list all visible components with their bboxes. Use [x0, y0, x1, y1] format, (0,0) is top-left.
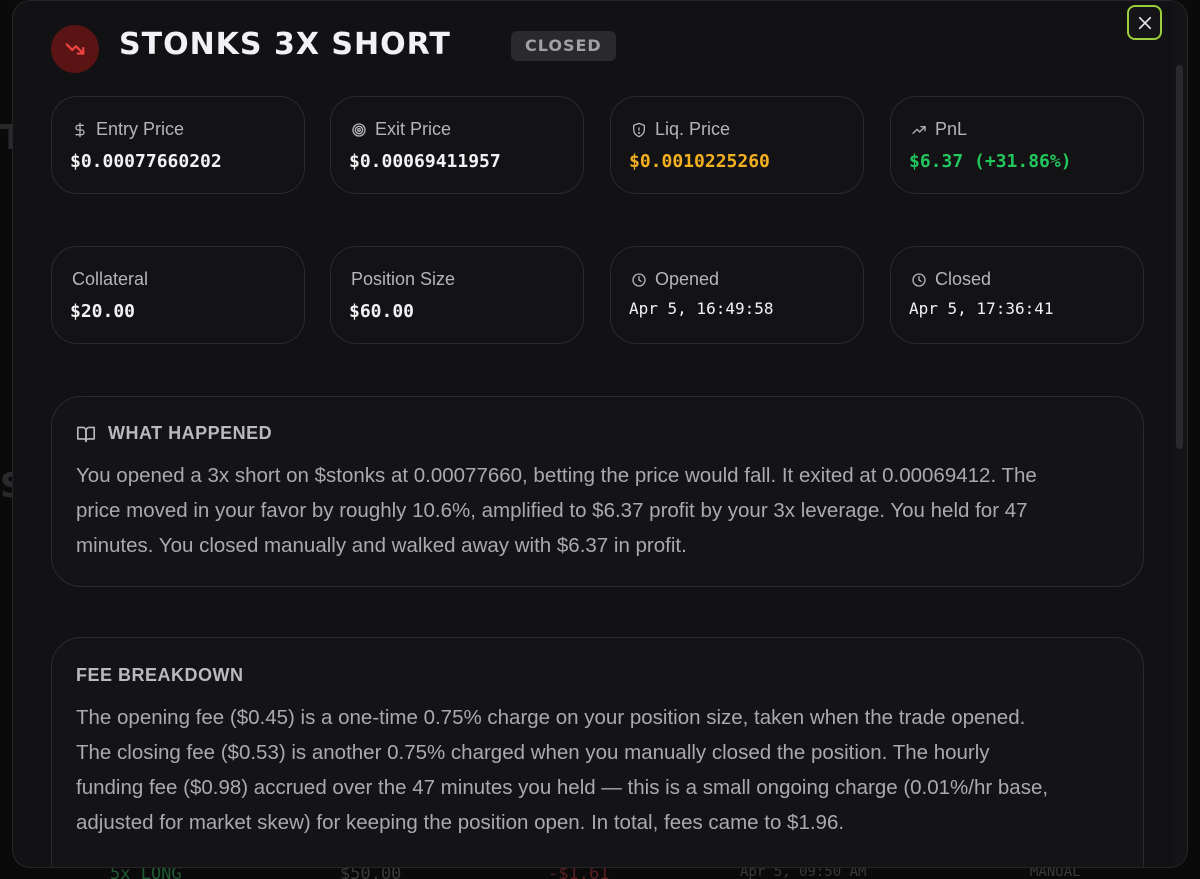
stat-label: PnL: [935, 119, 968, 139]
stat-label: Liq. Price: [655, 119, 731, 139]
clock-icon: [912, 272, 926, 287]
status-badge: CLOSED: [511, 31, 616, 61]
stat-card-exit-price: Exit Price $0.00069411957: [330, 96, 584, 194]
book-open-icon: [77, 426, 95, 442]
text-line: The opening fee ($0.45) is a one-time 0.…: [76, 706, 1026, 729]
text-line: minutes. You closed manually and walked …: [76, 534, 687, 557]
text-line: The closing fee ($0.53) is another 0.75%…: [76, 741, 990, 764]
scrollbar-thumb[interactable]: [1176, 65, 1183, 449]
stat-card-opened: Opened Apr 5, 16:49:58: [610, 246, 864, 344]
scrollbar[interactable]: [1173, 1, 1187, 867]
text-line: You opened a 3x short on $stonks at 0.00…: [76, 464, 1037, 487]
text-line: funding fee ($0.98) accrued over the 47 …: [76, 776, 1049, 799]
stat-card-liq-price: Liq. Price $0.0010225260: [610, 96, 864, 194]
stat-value: Apr 5, 16:49:58: [629, 299, 774, 318]
what-happened-text: You opened a 3x short on $stonks at 0.00…: [76, 458, 1126, 563]
stat-card-position-size: Position Size $60.00: [330, 246, 584, 344]
stat-value: $6.37 (+31.86%): [909, 151, 1072, 172]
stat-value: $0.00069411957: [349, 151, 501, 172]
fee-breakdown-text: The opening fee ($0.45) is a one-time 0.…: [76, 700, 1126, 840]
stat-label: Closed: [935, 269, 992, 289]
target-icon: [352, 122, 366, 137]
trade-detail-modal: STONKS 3X SHORT CLOSED Entry Price $0.00…: [12, 0, 1188, 868]
stat-value: $60.00: [349, 301, 415, 322]
stat-card-pnl: PnL $6.37 (+31.86%): [890, 96, 1144, 194]
close-button[interactable]: [1127, 5, 1162, 40]
stat-label: Position Size: [351, 269, 456, 289]
trending-down-icon: [51, 25, 99, 73]
stat-value: $0.0010225260: [629, 151, 770, 172]
stat-value: $20.00: [70, 301, 136, 322]
text-line: price moved in your favor by roughly 10.…: [76, 499, 1028, 522]
dollar-icon: [75, 122, 85, 137]
stat-value: Apr 5, 17:36:41: [909, 299, 1054, 318]
close-icon: [1138, 16, 1151, 29]
fee-breakdown-panel: FEE BREAKDOWN The opening fee ($0.45) is…: [51, 637, 1144, 867]
section-heading: WHAT HAPPENED: [108, 423, 273, 443]
modal-title: STONKS 3X SHORT: [119, 27, 451, 62]
stat-label: Opened: [655, 269, 720, 289]
what-happened-panel: WHAT HAPPENED You opened a 3x short on $…: [51, 396, 1144, 587]
stat-label: Exit Price: [375, 119, 452, 139]
stat-label: Collateral: [72, 269, 149, 289]
clock-icon: [632, 272, 646, 287]
stat-label: Entry Price: [96, 119, 185, 139]
stat-card-entry-price: Entry Price $0.00077660202: [51, 96, 305, 194]
stat-value: $0.00077660202: [70, 151, 222, 172]
trending-up-icon: [912, 125, 926, 134]
stat-card-collateral: Collateral $20.00: [51, 246, 305, 344]
stat-card-closed: Closed Apr 5, 17:36:41: [890, 246, 1144, 344]
text-line: adjusted for market skew) for keeping th…: [76, 811, 845, 834]
shield-icon: [633, 122, 645, 137]
section-heading: FEE BREAKDOWN: [76, 665, 244, 685]
